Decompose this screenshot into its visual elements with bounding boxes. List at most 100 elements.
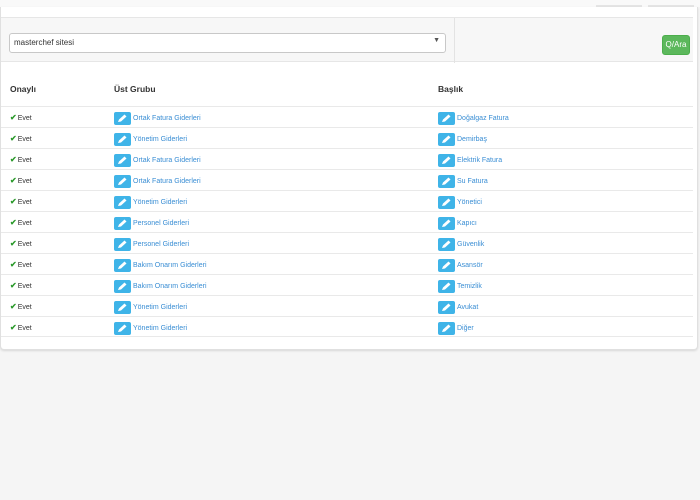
pencil-icon[interactable] <box>114 217 131 231</box>
approved-cell: ✔Evet <box>10 239 32 248</box>
parent-group-link[interactable]: Ortak Fatura Giderleri <box>133 115 201 122</box>
title-cell: Su Fatura <box>438 173 488 189</box>
pencil-icon[interactable] <box>114 112 131 126</box>
approved-cell: ✔Evet <box>10 323 32 332</box>
title-cell: Diğer <box>438 320 474 336</box>
title-link[interactable]: Yönetici <box>457 199 482 206</box>
table-row: ✔Evet Bakım Onarım Giderleri Asansör <box>1 253 693 274</box>
parent-group-cell: Yönetim Giderleri <box>114 194 187 210</box>
pencil-icon[interactable] <box>438 133 455 147</box>
title-link[interactable]: Diğer <box>457 325 474 332</box>
title-cell: Asansör <box>438 257 483 273</box>
check-icon: ✔ <box>10 218 17 227</box>
site-select[interactable]: masterchef sitesi ▼ <box>9 33 446 53</box>
approved-value: Evet <box>17 304 32 311</box>
parent-group-link[interactable]: Yönetim Giderleri <box>133 304 187 311</box>
site-select-value: masterchef sitesi <box>14 38 75 47</box>
parent-group-link[interactable]: Personel Giderleri <box>133 241 189 248</box>
title-cell: Yönetici <box>438 194 482 210</box>
parent-group-link[interactable]: Yönetim Giderleri <box>133 325 187 332</box>
approved-value: Evet <box>17 325 32 332</box>
pencil-icon[interactable] <box>438 322 455 336</box>
title-cell: Elektrik Fatura <box>438 152 502 168</box>
approved-value: Evet <box>17 157 32 164</box>
pencil-icon[interactable] <box>114 133 131 147</box>
title-link[interactable]: Temizlik <box>457 283 482 290</box>
search-button[interactable]: Q/Ara <box>662 35 690 55</box>
pencil-icon[interactable] <box>438 217 455 231</box>
title-link[interactable]: Elektrik Fatura <box>457 157 502 164</box>
approved-cell: ✔Evet <box>10 260 32 269</box>
parent-group-link[interactable]: Bakım Onarım Giderleri <box>133 262 207 269</box>
pencil-icon[interactable] <box>438 175 455 189</box>
title-link[interactable]: Demirbaş <box>457 136 487 143</box>
title-link[interactable]: Asansör <box>457 262 483 269</box>
parent-group-link[interactable]: Bakım Onarım Giderleri <box>133 283 207 290</box>
pencil-icon[interactable] <box>438 301 455 315</box>
parent-group-link[interactable]: Ortak Fatura Giderleri <box>133 157 201 164</box>
check-icon: ✔ <box>10 197 17 206</box>
table-row: ✔Evet Personel Giderleri Kapıcı <box>1 211 693 232</box>
pencil-icon[interactable] <box>114 175 131 189</box>
parent-group-cell: Yönetim Giderleri <box>114 320 187 336</box>
chevron-down-icon: ▼ <box>433 37 440 44</box>
check-icon: ✔ <box>10 260 17 269</box>
title-link[interactable]: Güvenlik <box>457 241 484 248</box>
title-link[interactable]: Doğalgaz Fatura <box>457 115 509 122</box>
title-cell: Avukat <box>438 299 478 315</box>
pencil-icon[interactable] <box>438 259 455 273</box>
approved-cell: ✔Evet <box>10 197 32 206</box>
pencil-icon[interactable] <box>438 238 455 252</box>
table-body: ✔Evet Ortak Fatura Giderleri Doğalgaz Fatu… <box>1 106 693 337</box>
parent-group-cell: Personel Giderleri <box>114 215 189 231</box>
table-row: ✔Evet Personel Giderleri Güvenlik <box>1 232 693 253</box>
approved-value: Evet <box>17 283 32 290</box>
title-cell: Demirbaş <box>438 131 487 147</box>
approved-value: Evet <box>17 178 32 185</box>
approved-value: Evet <box>17 220 32 227</box>
table-row: ✔Evet Yönetim Giderleri Demirbaş <box>1 127 693 148</box>
title-link[interactable]: Kapıcı <box>457 220 477 227</box>
filter-bar: masterchef sitesi ▼ Q/Ara <box>1 17 693 63</box>
table-row: ✔Evet Yönetim Giderleri Avukat <box>1 295 693 316</box>
pencil-icon[interactable] <box>114 259 131 273</box>
check-icon: ✔ <box>10 113 17 122</box>
approved-cell: ✔Evet <box>10 176 32 185</box>
parent-group-link[interactable]: Yönetim Giderleri <box>133 136 187 143</box>
title-link[interactable]: Su Fatura <box>457 178 488 185</box>
pencil-icon[interactable] <box>114 280 131 294</box>
pencil-icon[interactable] <box>114 322 131 336</box>
header-ust-grubu[interactable]: Üst Grubu <box>114 84 156 94</box>
check-icon: ✔ <box>10 134 17 143</box>
check-icon: ✔ <box>10 302 17 311</box>
title-cell: Doğalgaz Fatura <box>438 110 509 126</box>
filter-divider <box>454 18 455 63</box>
approved-cell: ✔Evet <box>10 302 32 311</box>
approved-cell: ✔Evet <box>10 281 32 290</box>
table-row: ✔Evet Bakım Onarım Giderleri Temizlik <box>1 274 693 295</box>
parent-group-cell: Bakım Onarım Giderleri <box>114 257 207 273</box>
parent-group-link[interactable]: Ortak Fatura Giderleri <box>133 178 201 185</box>
approved-cell: ✔Evet <box>10 113 32 122</box>
pencil-icon[interactable] <box>114 301 131 315</box>
title-link[interactable]: Avukat <box>457 304 478 311</box>
parent-group-link[interactable]: Personel Giderleri <box>133 220 189 227</box>
title-cell: Temizlik <box>438 278 482 294</box>
table-row: ✔Evet Yönetim Giderleri Yönetici <box>1 190 693 211</box>
approved-cell: ✔Evet <box>10 134 32 143</box>
pencil-icon[interactable] <box>438 280 455 294</box>
header-onayli[interactable]: Onaylı <box>10 84 36 94</box>
pencil-icon[interactable] <box>438 112 455 126</box>
table-row: ✔Evet Ortak Fatura Giderleri Doğalgaz Fatu… <box>1 106 693 127</box>
pencil-icon[interactable] <box>114 154 131 168</box>
pencil-icon[interactable] <box>438 196 455 210</box>
pencil-icon[interactable] <box>114 238 131 252</box>
parent-group-link[interactable]: Yönetim Giderleri <box>133 199 187 206</box>
header-baslik[interactable]: Başlık <box>438 84 463 94</box>
parent-group-cell: Ortak Fatura Giderleri <box>114 110 201 126</box>
approved-value: Evet <box>17 262 32 269</box>
parent-group-cell: Yönetim Giderleri <box>114 131 187 147</box>
check-icon: ✔ <box>10 323 17 332</box>
pencil-icon[interactable] <box>114 196 131 210</box>
pencil-icon[interactable] <box>438 154 455 168</box>
